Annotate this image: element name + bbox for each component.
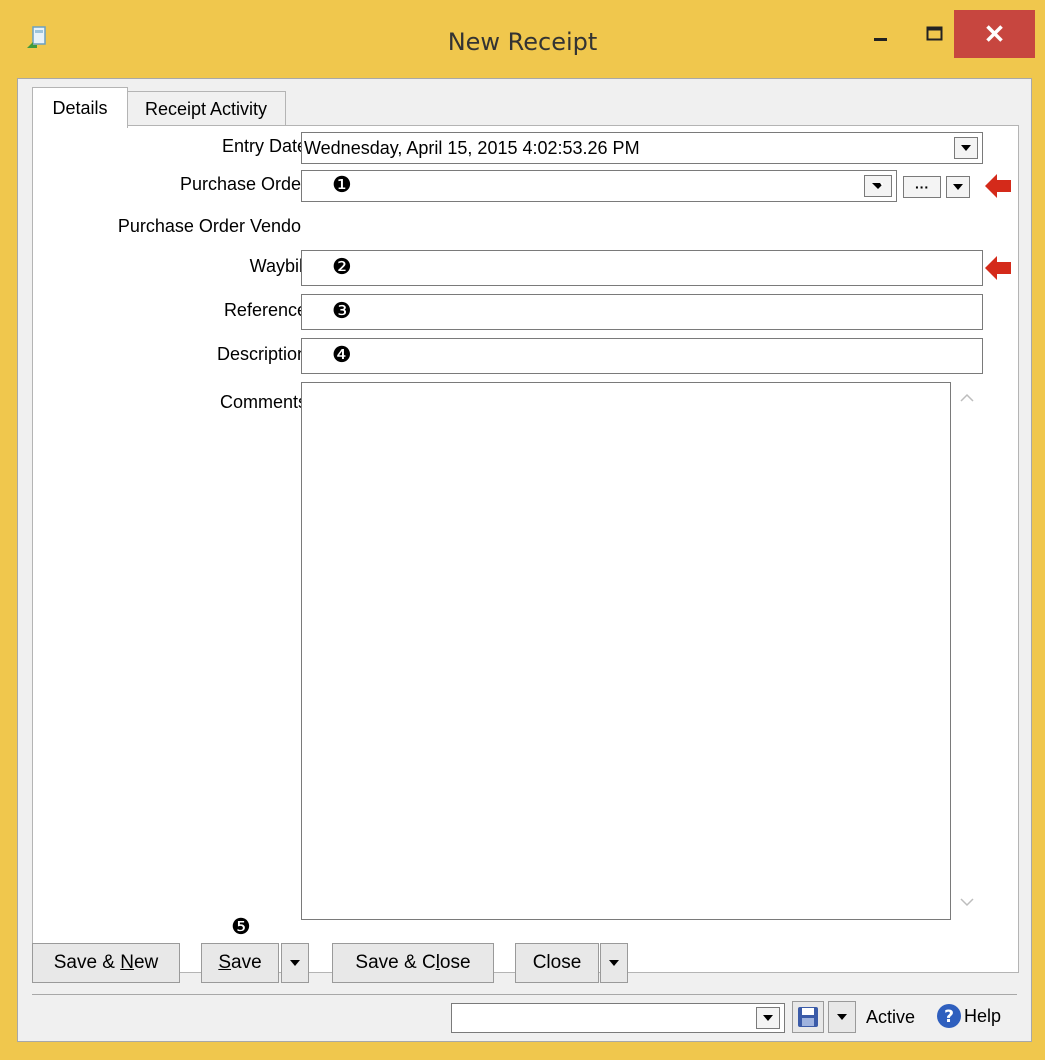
close-window-button[interactable]: ✕	[954, 10, 1035, 58]
chevron-down-icon	[837, 1014, 847, 1020]
required-arrow-icon	[985, 256, 1011, 280]
help-label: Help	[964, 1005, 1002, 1026]
entry-date-dropdown-button[interactable]	[954, 137, 978, 159]
purchase-order-menu-button[interactable]	[946, 176, 970, 198]
help-link[interactable]: ? Help	[936, 1003, 1001, 1029]
close-icon: ✕	[983, 18, 1006, 49]
waybill-field[interactable]: ❷	[301, 250, 983, 286]
reference-label: Reference	[223, 300, 307, 320]
save-options-dropdown-button[interactable]	[281, 943, 309, 983]
ellipsis-icon: ···	[915, 179, 929, 195]
tab-receipt-activity[interactable]: Receipt Activity	[126, 91, 286, 126]
chevron-down-icon	[290, 960, 300, 966]
callout-marker-2: ❷	[332, 255, 352, 280]
minimize-button[interactable]	[858, 10, 904, 58]
close-button[interactable]: Close	[515, 943, 599, 983]
purchase-order-vendor-label: Purchase Order Vendor	[117, 216, 307, 236]
save-record-button[interactable]	[792, 1001, 824, 1033]
status-select[interactable]	[451, 1003, 785, 1033]
active-status-label: Active	[866, 1007, 916, 1027]
entry-date-field[interactable]: Wednesday, April 15, 2015 4:02:53.26 PM	[301, 132, 983, 164]
tab-details[interactable]: Details	[32, 87, 128, 128]
chevron-down-icon	[609, 960, 619, 966]
callout-marker-3: ❸	[332, 299, 352, 324]
purchase-order-vendor-value	[301, 212, 983, 242]
chevron-down-icon	[763, 1015, 773, 1021]
status-bar: Active ? Help	[32, 994, 1017, 1039]
dialog-body: Details Receipt Activity Entry Date Wedn…	[17, 78, 1032, 1042]
chevron-down-icon	[961, 145, 971, 151]
callout-marker-4: ❹	[332, 343, 352, 368]
description-label: Description	[216, 344, 307, 364]
chevron-down-icon	[953, 184, 963, 190]
purchase-order-dropdown-button[interactable]	[864, 175, 892, 197]
new-receipt-window: New Receipt ✕ Details Receipt Activity E…	[0, 0, 1045, 1060]
entry-date-value: Wednesday, April 15, 2015 4:02:53.26 PM	[304, 137, 640, 158]
scroll-down-icon[interactable]	[959, 898, 975, 908]
comments-label: Comments	[219, 392, 307, 412]
scroll-up-icon[interactable]	[959, 392, 975, 402]
help-icon: ?	[937, 1004, 961, 1028]
close-options-dropdown-button[interactable]	[600, 943, 628, 983]
reference-field[interactable]: ❸	[301, 294, 983, 330]
callout-marker-5: ❺	[231, 915, 251, 940]
required-arrow-icon	[985, 174, 1011, 198]
maximize-icon	[926, 26, 943, 41]
purchase-order-lookup-button[interactable]: ···	[903, 176, 941, 198]
purchase-order-field[interactable]: ❶	[301, 170, 897, 202]
purchase-order-label: Purchase Order	[179, 174, 307, 194]
svg-text:?: ?	[944, 1007, 954, 1027]
waybill-label: Waybill	[249, 256, 307, 276]
save-record-dropdown-button[interactable]	[828, 1001, 856, 1033]
comments-textarea[interactable]	[301, 382, 951, 920]
entry-date-label: Entry Date	[221, 136, 307, 156]
minimize-icon	[874, 38, 887, 41]
floppy-disk-icon	[798, 1007, 818, 1027]
description-field[interactable]: ❹	[301, 338, 983, 374]
save-button[interactable]: Save	[201, 943, 279, 983]
callout-marker-1: ❶	[332, 173, 352, 198]
maximize-button[interactable]	[912, 10, 958, 58]
save-new-button[interactable]: Save & New	[32, 943, 180, 983]
title-bar[interactable]: New Receipt ✕	[0, 0, 1045, 78]
save-close-button[interactable]: Save & Cl ose	[332, 943, 494, 983]
comments-scrollbar[interactable]	[951, 382, 983, 918]
status-dropdown-button[interactable]	[756, 1007, 780, 1029]
chevron-down-icon	[872, 183, 884, 189]
details-panel: Entry Date Wednesday, April 15, 2015 4:0…	[32, 125, 1019, 973]
